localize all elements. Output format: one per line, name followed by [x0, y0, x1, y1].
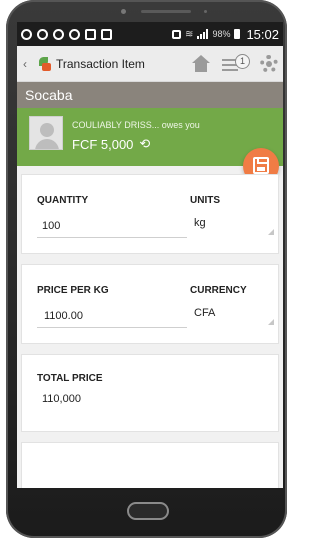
- battery-icon: [234, 29, 241, 39]
- home-icon[interactable]: [191, 55, 211, 73]
- page-title: Transaction Item: [56, 56, 145, 71]
- signal-icon: [197, 29, 209, 39]
- units-label: UNITS: [190, 195, 220, 206]
- quantity-underline: [37, 237, 187, 238]
- total-price-label: TOTAL PRICE: [37, 373, 103, 384]
- shield-icon: [53, 28, 64, 40]
- currency-select[interactable]: CFA: [194, 307, 215, 319]
- quantity-card: QUANTITY 100 UNITS kg: [21, 174, 279, 254]
- save-icon: [253, 157, 269, 174]
- price-field[interactable]: 1100.00: [44, 310, 83, 322]
- quantity-field[interactable]: 100: [42, 220, 60, 232]
- gear-icon[interactable]: [260, 55, 278, 73]
- battery-percent: 98%: [212, 29, 231, 39]
- farmer-name-header: Socaba: [17, 82, 283, 108]
- front-camera: [204, 10, 207, 13]
- price-card: PRICE PER KG 1100.00 CURRENCY CFA: [21, 264, 279, 344]
- quantity-label: QUANTITY: [37, 195, 89, 206]
- price-underline: [37, 327, 187, 328]
- notification-badge: 1: [235, 54, 250, 69]
- units-select[interactable]: kg: [194, 217, 206, 229]
- currency-label: CURRENCY: [190, 285, 247, 296]
- cast-icon: [101, 28, 112, 40]
- avatar: [29, 116, 63, 150]
- app-screen: ‹ Transaction Item 1 Socaba COULIABLY DR…: [17, 46, 283, 488]
- price-per-kg-label: PRICE PER KG: [37, 285, 109, 296]
- status-notification-icons: [21, 28, 112, 40]
- shield-icon: [69, 28, 80, 40]
- image-icon: [85, 28, 96, 40]
- units-dropdown-caret-icon[interactable]: [268, 229, 274, 235]
- speaker-grille: [141, 10, 191, 13]
- debt-amount: FCF 5,000: [72, 136, 134, 152]
- total-price-card: TOTAL PRICE 110,000: [21, 354, 279, 432]
- debt-banner: COULIABLY DRISS... owes you FCF 5,000 ⟲: [17, 108, 283, 166]
- front-sensor: [121, 9, 126, 14]
- app-logo-icon: [37, 56, 51, 71]
- notifications-icon[interactable]: 1: [222, 54, 250, 72]
- refresh-icon[interactable]: ⟲: [139, 136, 150, 152]
- app-bar: ‹ Transaction Item 1: [17, 46, 283, 82]
- status-system-icons: ≋ 98% 15:02: [172, 27, 279, 42]
- back-icon[interactable]: ‹: [23, 57, 33, 71]
- debt-text: COULIABLY DRISS... owes you: [72, 120, 200, 130]
- debt-amount-row: FCF 5,000 ⟲: [72, 136, 150, 152]
- clock: 15:02: [246, 26, 279, 42]
- device-home-button[interactable]: [127, 502, 169, 520]
- vibrate-icon: [172, 29, 182, 39]
- shield-icon: [21, 28, 32, 40]
- status-bar: ≋ 98% 15:02: [17, 22, 283, 46]
- wifi-icon: ≋: [185, 28, 194, 40]
- next-card-partial: [21, 442, 279, 488]
- shield-icon: [37, 28, 48, 40]
- currency-dropdown-caret-icon[interactable]: [268, 319, 274, 325]
- total-price-value: 110,000: [42, 393, 81, 405]
